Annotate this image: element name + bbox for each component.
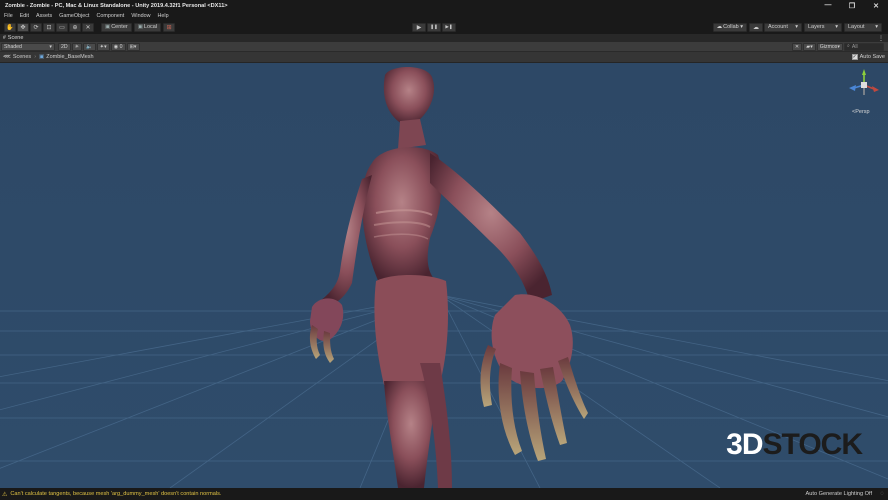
layout-label: Layout: [848, 24, 865, 30]
layout-dropdown[interactable]: Layout ▾: [844, 22, 882, 32]
spinner-icon: ◌: [880, 491, 884, 497]
2d-toggle[interactable]: 2D: [58, 42, 71, 51]
layers-dropdown[interactable]: Layers ▾: [804, 22, 842, 32]
auto-save-checkbox[interactable]: ✓: [851, 54, 858, 60]
step-button[interactable]: ▶❚: [442, 22, 456, 32]
scene-toolbar: Shaded ▾ 2D ☀ 🔈 ✦▾ ◉ 0 ⊞▾ ✕ ▰▾ Gizmos ▾ ⌕ A…: [0, 42, 888, 52]
zombie-model[interactable]: [309, 67, 588, 488]
maximize-button[interactable]: ❐: [840, 0, 864, 11]
play-button[interactable]: ▶: [412, 22, 426, 32]
scene-tab-label: Scene: [7, 35, 24, 41]
watermark-stock: STOCK: [762, 428, 863, 461]
status-bar: ⚠ Can't calculate tangents, because mesh…: [0, 488, 888, 500]
close-button[interactable]: ✕: [864, 0, 888, 11]
chevron-down-icon: ▾: [875, 24, 878, 30]
2d-label: 2D: [61, 43, 68, 50]
scene-canvas[interactable]: <Persp: [0, 63, 888, 488]
orientation-gizmo[interactable]: [849, 69, 879, 95]
rect-tool-icon[interactable]: ▭: [56, 22, 68, 32]
gizmos-label: Gizmos: [819, 43, 838, 50]
space-label: Local: [143, 24, 158, 30]
main-toolbar: ✋ ✥ ⟳ ⊡ ▭ ⊕ ✕ ▣ Center ▣ Local ⊞ ▶ ❚❚ ▶❚ ☁…: [0, 20, 888, 34]
lighting-status: Auto Generate Lighting Off: [805, 491, 872, 497]
scale-tool-icon[interactable]: ⊡: [43, 22, 55, 32]
chevron-down-icon: ▾: [837, 43, 840, 50]
search-placeholder: All: [851, 43, 858, 50]
camera-icon[interactable]: ▰▾: [803, 42, 816, 51]
minimize-button[interactable]: —: [816, 0, 840, 11]
collab-label: Collab ▾: [723, 24, 743, 30]
tools-icon[interactable]: ✕: [791, 42, 803, 51]
menu-file[interactable]: File: [4, 13, 13, 19]
auto-save-toggle[interactable]: ✓ Auto Save: [851, 54, 885, 60]
breadcrumb-separator: ›: [34, 54, 37, 60]
scene-icon: #: [3, 35, 6, 41]
pivot-center-button[interactable]: ▣ Center: [101, 22, 132, 32]
hand-tool-icon[interactable]: ✋: [4, 22, 16, 32]
breadcrumb-scenes[interactable]: Scenes: [13, 54, 31, 60]
window-controls: — ❐ ✕: [816, 0, 888, 11]
move-tool-icon[interactable]: ✥: [17, 22, 29, 32]
persp-label[interactable]: <Persp: [852, 109, 870, 115]
chevron-down-icon: ▾: [49, 43, 52, 50]
warning-icon: ⚠: [2, 491, 8, 498]
pause-button[interactable]: ❚❚: [427, 22, 441, 32]
menu-bar: File Edit Assets GameObject Component Wi…: [0, 11, 888, 20]
auto-save-label: Auto Save: [859, 54, 885, 60]
shading-mode-label: Shaded: [4, 43, 22, 50]
collab-button[interactable]: ☁ Collab ▾: [712, 22, 747, 32]
account-dropdown[interactable]: Account ▾: [764, 22, 802, 32]
scene-search-input[interactable]: ⌕ All: [844, 42, 884, 51]
scene-viewport[interactable]: <Persp 3DSTOCK: [0, 63, 888, 488]
grid-toggle-icon[interactable]: ⊞▾: [126, 42, 140, 51]
account-label: Account: [768, 24, 788, 30]
chevron-down-icon: ▾: [835, 24, 838, 30]
menu-gameobject[interactable]: GameObject: [59, 13, 89, 19]
pivot-local-button[interactable]: ▣ Local: [133, 22, 162, 32]
watermark-3d: 3D: [726, 428, 763, 461]
pivot-label: Center: [111, 24, 128, 30]
transform-tool-icon[interactable]: ⊕: [69, 22, 81, 32]
rotate-tool-icon[interactable]: ⟳: [30, 22, 42, 32]
prefab-icon: ▣: [39, 54, 45, 60]
shading-mode-dropdown[interactable]: Shaded ▾: [1, 42, 55, 51]
console-message[interactable]: Can't calculate tangents, because mesh '…: [10, 491, 221, 497]
menu-edit[interactable]: Edit: [20, 13, 29, 19]
window-titlebar: Zombie - Zombie - PC, Mac & Linux Standa…: [0, 0, 888, 11]
scene-tab-strip: # Scene ⋮: [0, 34, 888, 42]
breadcrumb-prefab[interactable]: Zombie_BaseMesh: [46, 54, 93, 60]
grid-snap-icon[interactable]: ⊞: [163, 22, 176, 32]
lighting-toggle-icon[interactable]: ☀: [71, 42, 83, 51]
watermark-logo: 3DSTOCK: [726, 428, 863, 462]
scenes-icon: ⋘: [3, 54, 11, 60]
layers-label: Layers: [808, 24, 825, 30]
local-icon: ▣: [137, 24, 143, 30]
tab-menu-icon[interactable]: ⋮: [878, 35, 884, 42]
custom-tool-icon[interactable]: ✕: [82, 22, 94, 32]
cloud-icon[interactable]: ☁: [749, 22, 763, 32]
pivot-icon: ▣: [105, 24, 111, 30]
collab-icon: ☁: [716, 24, 723, 30]
menu-assets[interactable]: Assets: [36, 13, 52, 19]
hidden-objects-icon[interactable]: ◉ 0: [110, 42, 126, 51]
search-icon: ⌕: [847, 43, 850, 49]
menu-component[interactable]: Component: [96, 13, 124, 19]
chevron-down-icon: ▾: [795, 24, 798, 30]
audio-toggle-icon[interactable]: 🔈: [83, 42, 96, 51]
menu-help[interactable]: Help: [158, 13, 169, 19]
effects-dropdown-icon[interactable]: ✦▾: [96, 42, 110, 51]
window-title: Zombie - Zombie - PC, Mac & Linux Standa…: [5, 2, 228, 9]
gizmos-dropdown[interactable]: Gizmos ▾: [816, 42, 843, 51]
tab-scene[interactable]: # Scene: [3, 35, 23, 41]
menu-window[interactable]: Window: [131, 13, 150, 19]
breadcrumb: ⋘ Scenes › ▣ Zombie_BaseMesh ✓ Auto Save: [0, 52, 888, 63]
